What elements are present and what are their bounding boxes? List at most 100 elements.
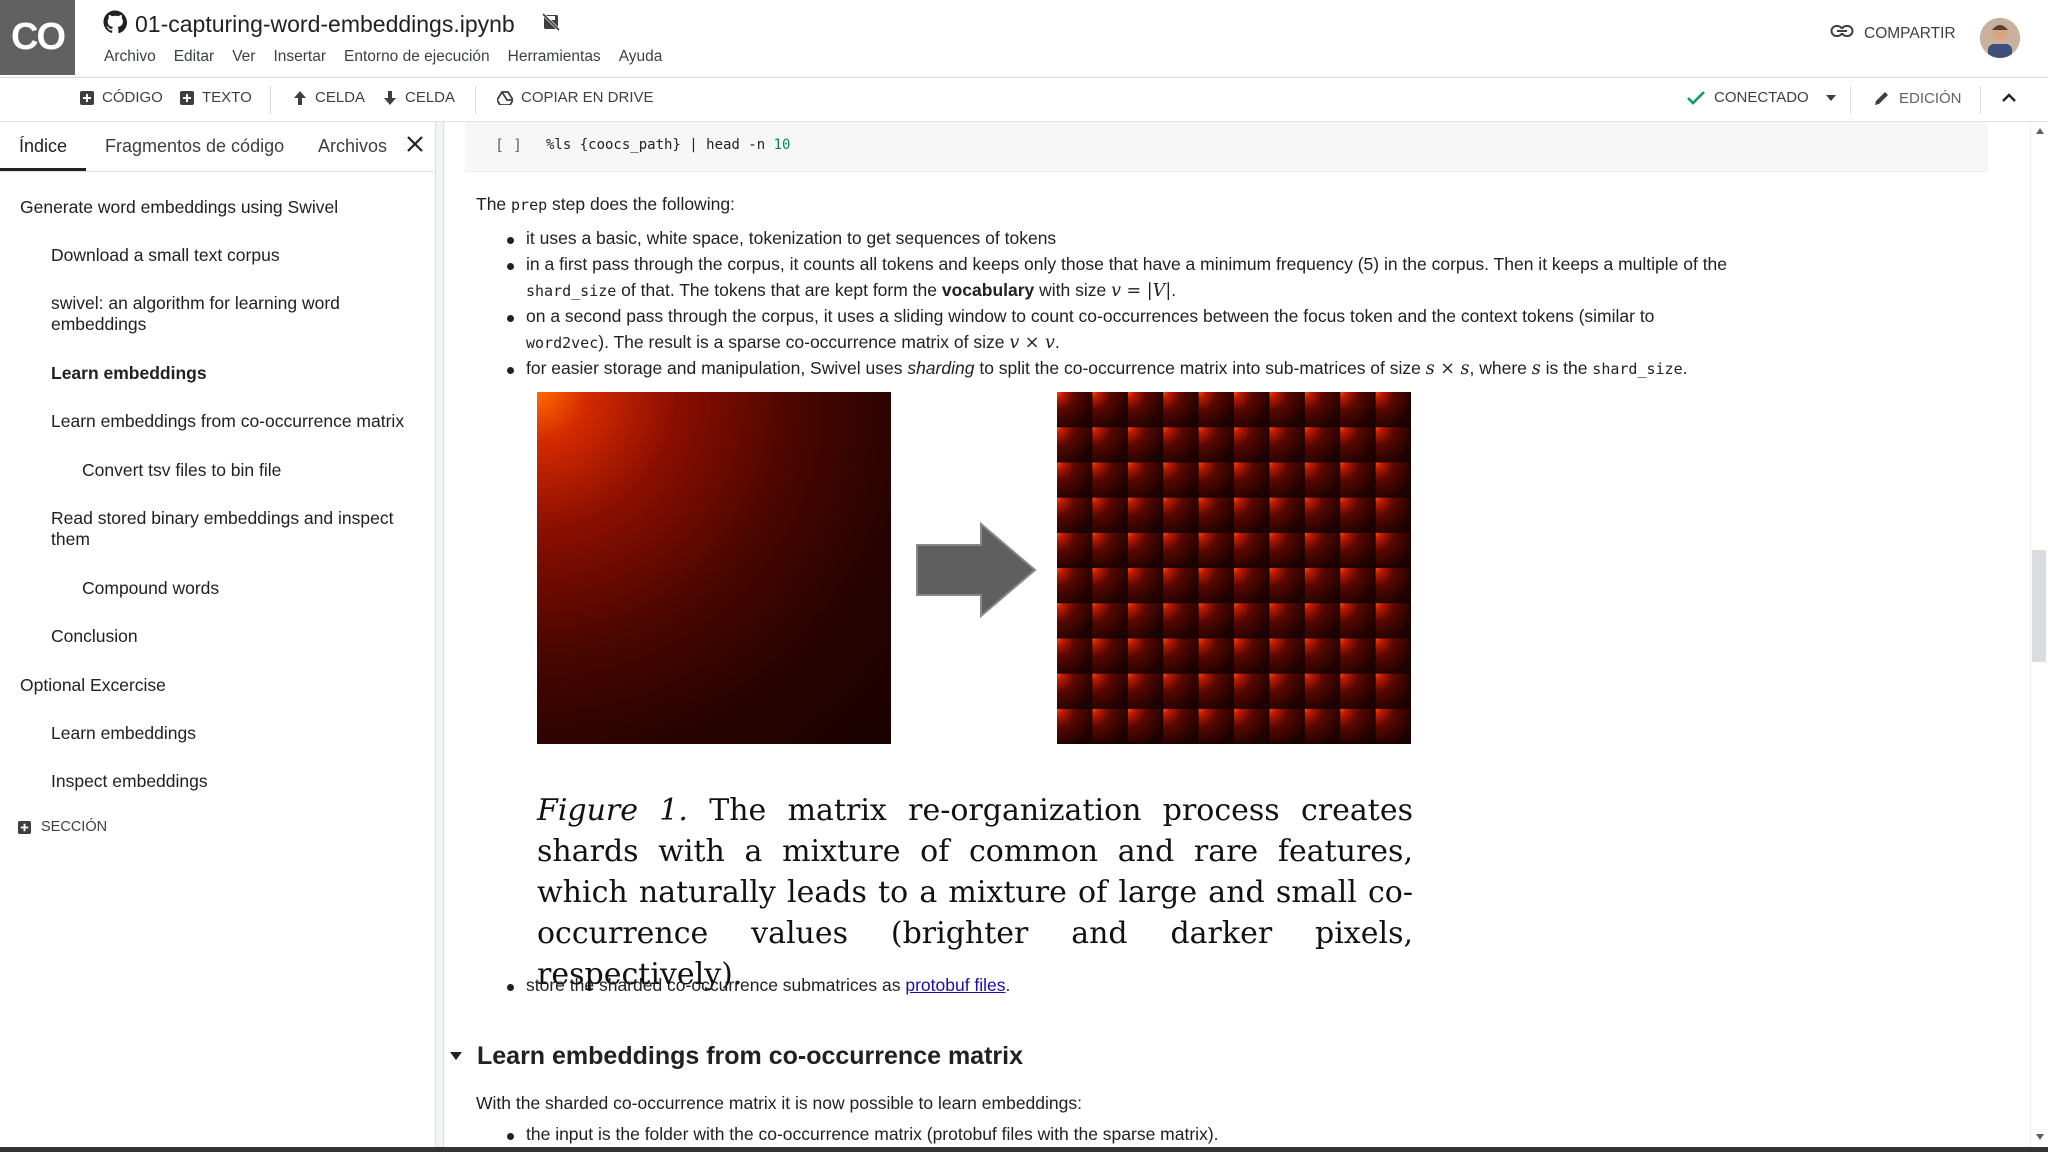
matrix-shard (1163, 532, 1198, 567)
move-cell-down-button[interactable]: CELDA (383, 89, 455, 106)
matrix-shard (1375, 708, 1410, 743)
bullet-text-5: store the sharded co-occurrence submatri… (526, 972, 1976, 998)
copy-to-drive-button[interactable]: COPIAR EN DRIVE (497, 89, 654, 106)
arrow-down-icon (384, 90, 396, 105)
matrix-shard (1057, 462, 1091, 497)
menu-archivo[interactable]: Archivo (104, 48, 156, 66)
matrix-shard (1127, 392, 1162, 426)
code-cell[interactable]: [ ] %ls {coocs_path} | head -n 10 (465, 122, 1988, 172)
matrix-shard (1340, 708, 1375, 743)
no-drive-save-icon[interactable] (541, 12, 561, 37)
close-icon[interactable] (406, 135, 424, 158)
matrix-shard (1375, 497, 1410, 532)
matrix-shard (1304, 673, 1339, 708)
matrix-shard (1092, 532, 1127, 567)
bold-text: vocabulary (941, 280, 1035, 300)
matrix-shard (1163, 603, 1198, 637)
active-tab-indicator (0, 168, 86, 171)
matrix-shard (1269, 427, 1304, 461)
matrix-shard (1234, 568, 1268, 602)
toc-item[interactable]: Learn embeddings (51, 723, 411, 744)
matrix-shard (1057, 497, 1091, 532)
inline-code: shard_size (526, 282, 617, 300)
text: step does the following: (547, 194, 735, 214)
section-intro-text: With the sharded co-occurrence matrix it… (476, 1093, 1082, 1113)
section-header: Learn embeddings from co-occurrence matr… (445, 1042, 1023, 1071)
collapse-section-icon[interactable] (449, 1048, 463, 1066)
matrix-shard (1057, 638, 1091, 673)
text: of that. The tokens that are kept form t… (616, 280, 942, 300)
sidebar-resize-handle[interactable] (436, 122, 444, 1152)
matrix-shard (1163, 497, 1198, 532)
toc-item[interactable]: Compound words (82, 578, 422, 599)
toc-item[interactable]: Read stored binary embeddings and inspec… (51, 508, 411, 550)
edit-mode-button[interactable]: EDICIÓN (1873, 89, 1962, 107)
text-line: on a second pass through the corpus, it … (526, 306, 1655, 326)
tab-archivos[interactable]: Archivos (318, 136, 387, 157)
notebook-title[interactable]: 01-capturing-word-embeddings.ipynb (135, 11, 515, 38)
menu-ver[interactable]: Ver (232, 48, 255, 66)
matrix-shard (1057, 673, 1091, 708)
prep-intro-text: The prep step does the following: (476, 191, 735, 218)
caret-down-icon[interactable] (1825, 94, 1837, 102)
matrix-shard (1057, 427, 1091, 461)
user-avatar[interactable] (1980, 18, 2020, 58)
app-header: CO 01-capturing-word-embeddings.ipynb Ar… (0, 0, 2048, 76)
scroll-up-arrow-icon[interactable] (2035, 127, 2045, 135)
matrix-shard (1304, 638, 1339, 673)
menu-herramientas[interactable]: Herramientas (508, 48, 601, 66)
toc-item[interactable]: Conclusion (51, 626, 411, 647)
matrix-shard (1163, 392, 1198, 426)
scroll-down-arrow-icon[interactable] (2035, 1133, 2045, 1141)
toc-item-active[interactable]: Learn embeddings (51, 363, 411, 384)
share-button[interactable]: COMPARTIR (1830, 24, 1956, 43)
scrollbar-thumb[interactable] (2032, 550, 2046, 662)
matrix-shard (1269, 673, 1304, 708)
matrix-shard (1269, 497, 1304, 532)
matrix-shard (1127, 603, 1162, 637)
runtime-status-button[interactable]: CONECTADO (1686, 89, 1837, 106)
menu-entorno[interactable]: Entorno de ejecución (344, 48, 490, 66)
italic-text: sharding (907, 358, 975, 378)
matrix-shard (1304, 427, 1339, 461)
add-text-button[interactable]: TEXTO (180, 89, 252, 106)
colab-logo[interactable]: CO (0, 0, 75, 75)
matrix-shard (1198, 638, 1233, 673)
tab-fragmentos[interactable]: Fragmentos de código (105, 136, 284, 157)
matrix-shard (1057, 708, 1091, 743)
run-cell-button[interactable]: [ ] (495, 136, 522, 154)
matrix-shard (1234, 427, 1268, 461)
menu-ayuda[interactable]: Ayuda (619, 48, 663, 66)
bullet-text-1: it uses a basic, white space, tokenizati… (526, 228, 1057, 248)
text: with size (1034, 280, 1112, 300)
collapse-header-button[interactable] (2001, 92, 2017, 102)
link-icon (1830, 24, 1854, 43)
matrix-shard (1234, 532, 1268, 567)
tab-indice[interactable]: Índice (19, 136, 67, 157)
toc-item[interactable]: Optional Excercise (20, 675, 420, 696)
toc-item[interactable]: Download a small text corpus (51, 245, 411, 266)
text: . (1171, 280, 1177, 300)
menu-insertar[interactable]: Insertar (273, 48, 326, 66)
toc-item[interactable]: Convert tsv files to bin file (82, 460, 422, 481)
add-code-button[interactable]: CÓDIGO (80, 89, 163, 106)
toc-item[interactable]: Learn embeddings from co-occurrence matr… (51, 411, 431, 432)
matrix-shard (1340, 568, 1375, 602)
matrix-shard (1198, 673, 1233, 708)
math-expression: v = |V| (1111, 281, 1172, 301)
text: . (1005, 975, 1011, 995)
toc-item[interactable]: Inspect embeddings (51, 771, 411, 792)
menu-editar[interactable]: Editar (174, 48, 215, 66)
protobuf-files-link[interactable]: protobuf files (905, 975, 1005, 995)
move-cell-up-button[interactable]: CELDA (293, 89, 365, 106)
code-editor[interactable]: %ls {coocs_path} | head -n 10 (546, 137, 790, 153)
matrix-shard (1092, 462, 1127, 497)
github-icon[interactable] (103, 10, 128, 39)
toc-item[interactable]: Generate word embeddings using Swivel (20, 197, 420, 218)
add-section-button[interactable]: SECCIÓN (18, 819, 107, 835)
toc-item[interactable]: swivel: an algorithm for learning word e… (51, 293, 376, 335)
matrix-shard (1092, 603, 1127, 637)
add-box-icon (18, 820, 31, 834)
bullet-text-6: the input is the folder with the co-occu… (526, 1124, 1219, 1144)
matrix-shard (1163, 427, 1198, 461)
